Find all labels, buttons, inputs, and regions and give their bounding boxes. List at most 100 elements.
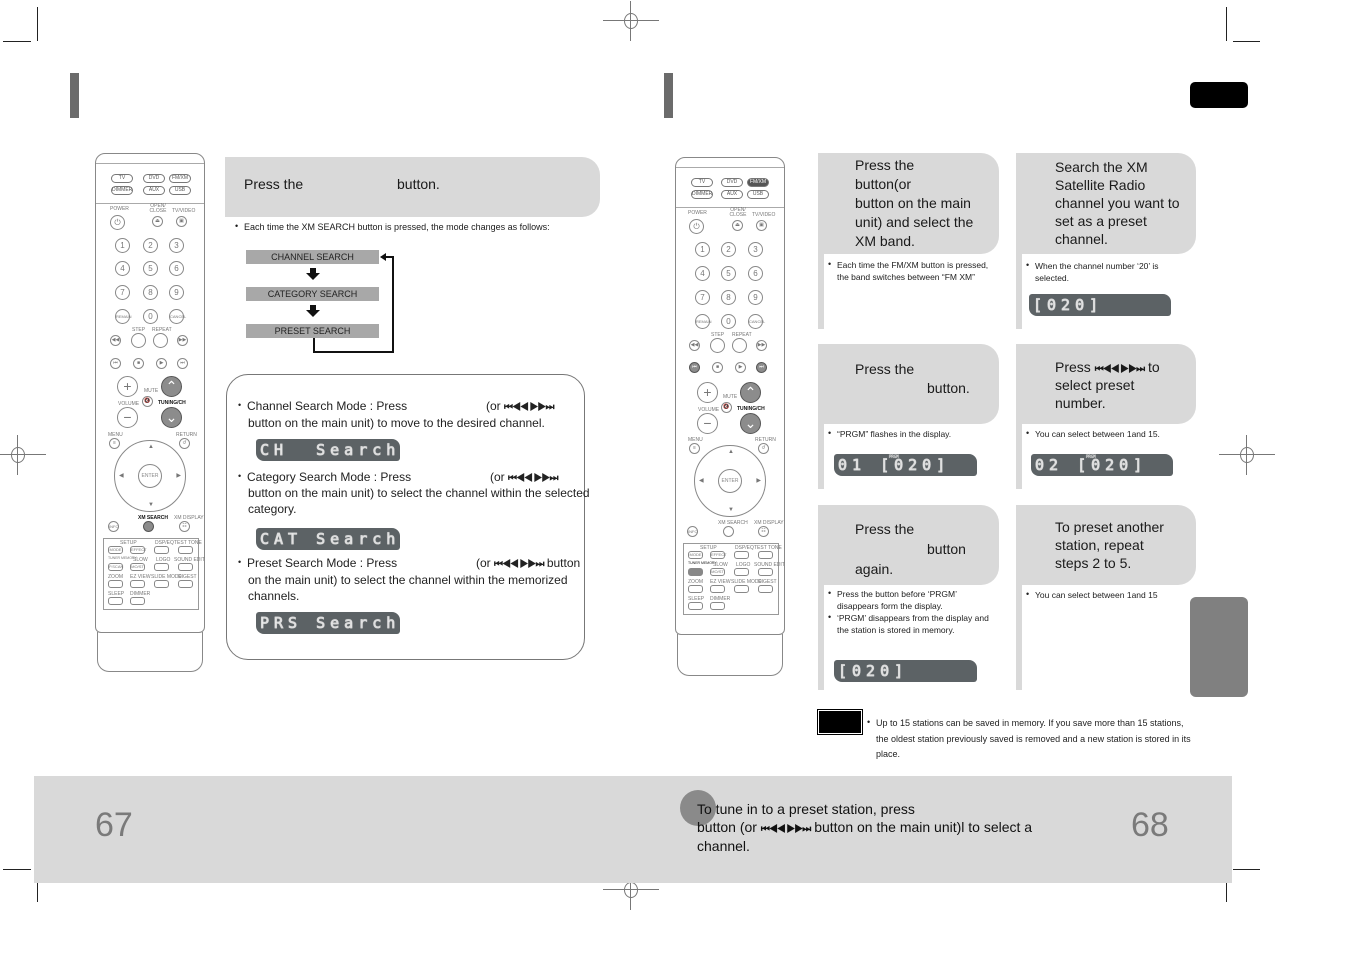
step-button [131, 333, 146, 348]
dimmer-button: DIMMER [111, 186, 133, 195]
lcd-display-stored: [020] [834, 660, 977, 682]
tv-video-label: TV/VIDEO [752, 212, 776, 218]
step-4-instruction: Press ⏮◀◀ ▶▶⏭ to select preset number. [1016, 344, 1196, 424]
tuning-label: TUNING/CH [158, 400, 186, 406]
sleep-key [108, 597, 123, 605]
registration-mark [0, 435, 46, 475]
dvd-button: DVD [721, 178, 743, 187]
menu-icon: ≡ [689, 443, 700, 454]
skip-icon: ⏮◀◀ ▶▶⏭ [508, 473, 558, 484]
zoom-key [688, 585, 703, 593]
fm-xm-button-highlighted: FM/XM [747, 178, 769, 187]
enter-button: ENTER [718, 469, 742, 493]
usb-button: USB [169, 186, 191, 195]
instruction-text: steps 2 to 5. [1055, 555, 1132, 571]
ez-view-key [130, 580, 145, 588]
direction-pad: ▲ ▼ ◀ ▶ ENTER [694, 445, 766, 517]
note: Each time the FM/XM button is pressed, t… [827, 258, 999, 283]
xm-display-label: XM DISPLAY [174, 515, 204, 521]
lcd-display-prs-search: PRS Search [256, 612, 400, 634]
lcd-display-preset-02: PRGM 02 [020] [1031, 454, 1173, 476]
xm-display-icon: ☷ [758, 526, 769, 537]
xm-search-button [723, 526, 734, 537]
xm-search-label: XM SEARCH [718, 520, 748, 526]
note: “PRGM” flashes in the display. [827, 427, 999, 440]
step-3-instruction: Press the button. [818, 344, 999, 424]
skip-icon: ⏮◀◀ ▶▶⏭ [504, 402, 554, 413]
skip-forward-icon: ⏭ [177, 358, 188, 369]
crop-mark [3, 869, 31, 870]
open-close-label: OPEN/ CLOSE [729, 207, 747, 218]
effect-key: EFFECT [710, 551, 727, 559]
instruction-text: button [927, 541, 966, 557]
dsp-eq-key [154, 546, 169, 554]
dsp-eq-key [734, 551, 749, 559]
digit-button: 4 [695, 266, 710, 281]
skip-forward-icon-highlighted: ⏭ [756, 362, 767, 373]
crop-mark [37, 7, 38, 41]
power-label: POWER [110, 206, 129, 212]
footer-band [34, 776, 1232, 883]
volume-up-icon: + [697, 382, 718, 403]
play-pause-icon: ▶ [156, 358, 167, 369]
instruction-text: Press the [855, 521, 915, 537]
registration-mark [1219, 435, 1275, 475]
instruction-text: button. [927, 380, 970, 396]
mo-st-key: MO/ST [710, 568, 725, 576]
skip-icon: ⏮◀◀ ▶▶⏭ [1094, 364, 1145, 375]
aux-button: AUX [721, 190, 743, 199]
mute-icon: 🔇 [721, 402, 732, 413]
digit-button: 9 [748, 290, 763, 305]
zoom-key [108, 580, 123, 588]
mute-icon: 🔇 [142, 396, 153, 407]
stop-icon: ■ [712, 362, 723, 373]
tuning-label: TUNING/CH [737, 406, 765, 412]
step-1-instruction: Press the button(or button on the main u… [818, 153, 999, 254]
return-label: RETURN [176, 432, 197, 438]
xm-search-label: XM SEARCH [138, 515, 169, 521]
page-number-left: 67 [95, 806, 133, 844]
digit-button: 0 [721, 314, 736, 329]
remain-button: REMAIN [695, 314, 712, 329]
lcd-display-ch-search: CH Search [256, 439, 400, 461]
p-scan-key: P.SCAN [108, 563, 124, 571]
channel-search-mode-desc: button on the main unit) to move to the … [248, 416, 545, 430]
logo-key [734, 568, 749, 576]
fm-xm-button: FM/XM [169, 174, 191, 183]
test-tone-key [178, 546, 193, 554]
digit-button: 9 [169, 285, 184, 300]
repeat-button [153, 333, 168, 348]
dimmer-key [130, 597, 145, 605]
section-title-bar [70, 73, 79, 118]
direction-pad: ▲ ▼ ◀ ▶ ENTER [114, 440, 186, 512]
return-icon: ↺ [179, 438, 190, 449]
digit-button: 2 [721, 242, 736, 257]
skip-back-icon-highlighted: ⏮ [689, 362, 700, 373]
function-key-grid: SETUP DSP/EQ TEST TONE MODE EFFECT TUNER… [683, 543, 785, 615]
step-5-instruction: Press the button again. [818, 505, 999, 585]
skip-hint: (or ⏮◀◀ ▶▶⏭ button [476, 556, 581, 570]
lcd-display-channel: [020] [1029, 294, 1171, 316]
registration-mark [603, 1, 659, 41]
slide-mode-key [154, 580, 169, 588]
tv-video-icon: ▣ [176, 216, 187, 227]
info-button: INFO [108, 521, 119, 532]
tv-button: TV [691, 178, 713, 187]
prgm-indicator: PRGM [1086, 454, 1096, 459]
digest-key [178, 580, 193, 588]
fast-forward-icon: ▶▶ [756, 340, 767, 351]
sound-edit-key [178, 563, 193, 571]
tuning-down-icon: ⌄ [740, 413, 761, 434]
instruction-text: again. [855, 561, 894, 577]
open-close-label: OPEN/ CLOSE [149, 203, 167, 214]
volume-down-icon: − [117, 407, 138, 428]
category-search-mode-desc: button on the main unit) to select the c… [248, 486, 590, 500]
menu-icon: ≡ [109, 438, 120, 449]
mo-st-key: MO/ST [130, 563, 145, 571]
return-icon: ↺ [758, 443, 769, 454]
rewind-icon: ◀◀ [689, 340, 700, 351]
digest-key [758, 585, 773, 593]
digit-button: 7 [695, 290, 710, 305]
page-number-right: 68 [1131, 806, 1169, 844]
slide-mode-key [734, 585, 749, 593]
